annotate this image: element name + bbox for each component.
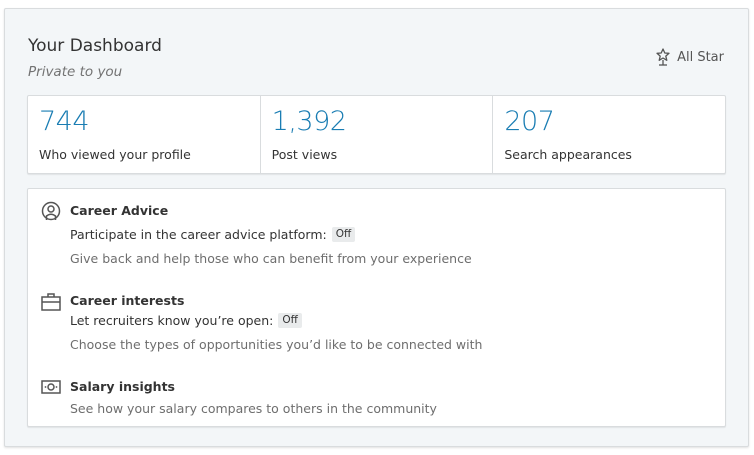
setting-title: Career interests <box>70 293 185 308</box>
dashboard-subtitle: Private to you <box>28 64 123 80</box>
stat-label: Who viewed your profile <box>39 147 191 162</box>
stat-value: 207 <box>504 106 555 137</box>
stats-panel: 744 Who viewed your profile 1,392 Post v… <box>27 95 726 174</box>
stat-profile-views[interactable]: 744 Who viewed your profile <box>28 96 261 173</box>
money-icon <box>41 380 61 394</box>
stat-label: Search appearances <box>504 147 632 162</box>
briefcase-icon <box>41 293 61 311</box>
setting-title: Career Advice <box>70 203 169 218</box>
status-badge: Off <box>278 313 302 328</box>
dashboard-title: Your Dashboard <box>28 36 162 56</box>
stat-value: 744 <box>39 106 90 137</box>
setting-description: See how your salary compares to others i… <box>70 401 437 416</box>
setting-status-text: Let recruiters know you’re open: <box>70 313 274 328</box>
stat-value: 1,392 <box>271 106 347 137</box>
setting-title: Salary insights <box>70 379 175 394</box>
all-star-icon <box>656 48 670 66</box>
setting-description: Choose the types of opportunities you’d … <box>70 337 483 352</box>
all-star-badge[interactable]: All Star <box>656 48 724 66</box>
status-badge: Off <box>331 227 356 242</box>
stat-search-appearances[interactable]: 207 Search appearances <box>493 96 725 173</box>
all-star-label: All Star <box>677 49 724 65</box>
stat-post-views[interactable]: 1,392 Post views <box>261 96 494 173</box>
stat-label: Post views <box>271 147 338 162</box>
dashboard-card: Your Dashboard Private to you All Star 7… <box>4 8 749 447</box>
career-advice-icon <box>41 201 61 221</box>
setting-description: Give back and help those who can benefit… <box>70 251 472 266</box>
settings-panel: Career Advice Participate in the career … <box>27 188 726 427</box>
setting-status-line: Let recruiters know you’re open: Off <box>70 313 302 328</box>
setting-status-text: Participate in the career advice platfor… <box>70 227 327 242</box>
setting-status-line: Participate in the career advice platfor… <box>70 227 356 242</box>
